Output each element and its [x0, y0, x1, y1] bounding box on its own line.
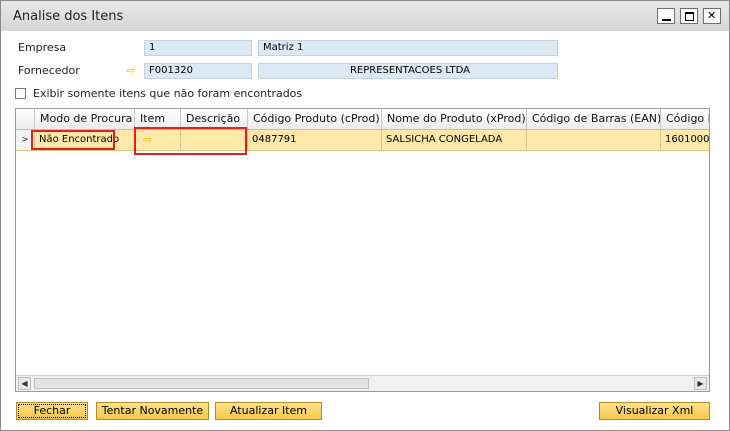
- visualizar-xml-button[interactable]: Visualizar Xml: [599, 402, 710, 420]
- analise-dos-itens-window: Analise dos Itens Empresa 1 Matriz 1 For…: [0, 0, 730, 431]
- scrollbar-thumb[interactable]: [34, 378, 369, 389]
- horizontal-scrollbar[interactable]: ◀ ▶: [16, 375, 709, 391]
- cell-nome-produto[interactable]: SALSICHA CONGELADA: [381, 130, 526, 150]
- table-row[interactable]: > Não Encontrado ⇨ 0487791 SALSICHA CONG…: [16, 130, 709, 151]
- maximize-button[interactable]: [680, 8, 698, 24]
- header-item[interactable]: Item: [134, 109, 180, 129]
- title-bar[interactable]: Analise dos Itens: [1, 1, 729, 31]
- highlight-item-descricao: [134, 127, 247, 155]
- header-row-indicator: [16, 109, 34, 129]
- only-not-found-label: Exibir somente itens que não foram encon…: [33, 87, 303, 100]
- items-grid[interactable]: Modo de Procura Item Descrição Código Pr…: [15, 108, 710, 392]
- link-arrow-icon[interactable]: ⇨: [126, 64, 135, 77]
- cell-codigo-barras[interactable]: [526, 130, 660, 150]
- empresa-label: Empresa: [18, 41, 67, 54]
- scroll-right-icon[interactable]: ▶: [694, 377, 707, 390]
- header-nome-produto[interactable]: Nome do Produto (xProd): [381, 109, 526, 129]
- cell-codigo-produto[interactable]: 0487791: [247, 130, 381, 150]
- header-codigo-barras[interactable]: Código de Barras (EAN): [526, 109, 660, 129]
- header-codigo-ncm[interactable]: Código N: [660, 109, 709, 129]
- empresa-name-field[interactable]: Matriz 1: [258, 40, 558, 56]
- header-modo-de-procura[interactable]: Modo de Procura: [34, 109, 134, 129]
- fornecedor-label: Fornecedor: [18, 64, 80, 77]
- highlight-modo-de-procura: [31, 130, 115, 150]
- minimize-button[interactable]: [657, 8, 675, 24]
- window-title: Analise dos Itens: [13, 9, 124, 24]
- grid-header: Modo de Procura Item Descrição Código Pr…: [16, 109, 709, 130]
- atualizar-item-button[interactable]: Atualizar Item: [215, 402, 322, 420]
- fechar-button[interactable]: Fechar: [16, 402, 88, 420]
- tentar-novamente-button[interactable]: Tentar Novamente: [96, 402, 209, 420]
- close-button[interactable]: [703, 8, 721, 24]
- scroll-left-icon[interactable]: ◀: [18, 377, 31, 390]
- cell-codigo-ncm[interactable]: 16010000: [660, 130, 709, 150]
- empresa-code-field[interactable]: 1: [144, 40, 252, 56]
- header-codigo-produto[interactable]: Código Produto (cProd): [247, 109, 381, 129]
- fornecedor-name-field[interactable]: REPRESENTACOES LTDA: [258, 63, 558, 79]
- fornecedor-code-field[interactable]: F001320: [144, 63, 252, 79]
- only-not-found-checkbox[interactable]: [15, 88, 26, 99]
- header-descricao[interactable]: Descrição: [180, 109, 247, 129]
